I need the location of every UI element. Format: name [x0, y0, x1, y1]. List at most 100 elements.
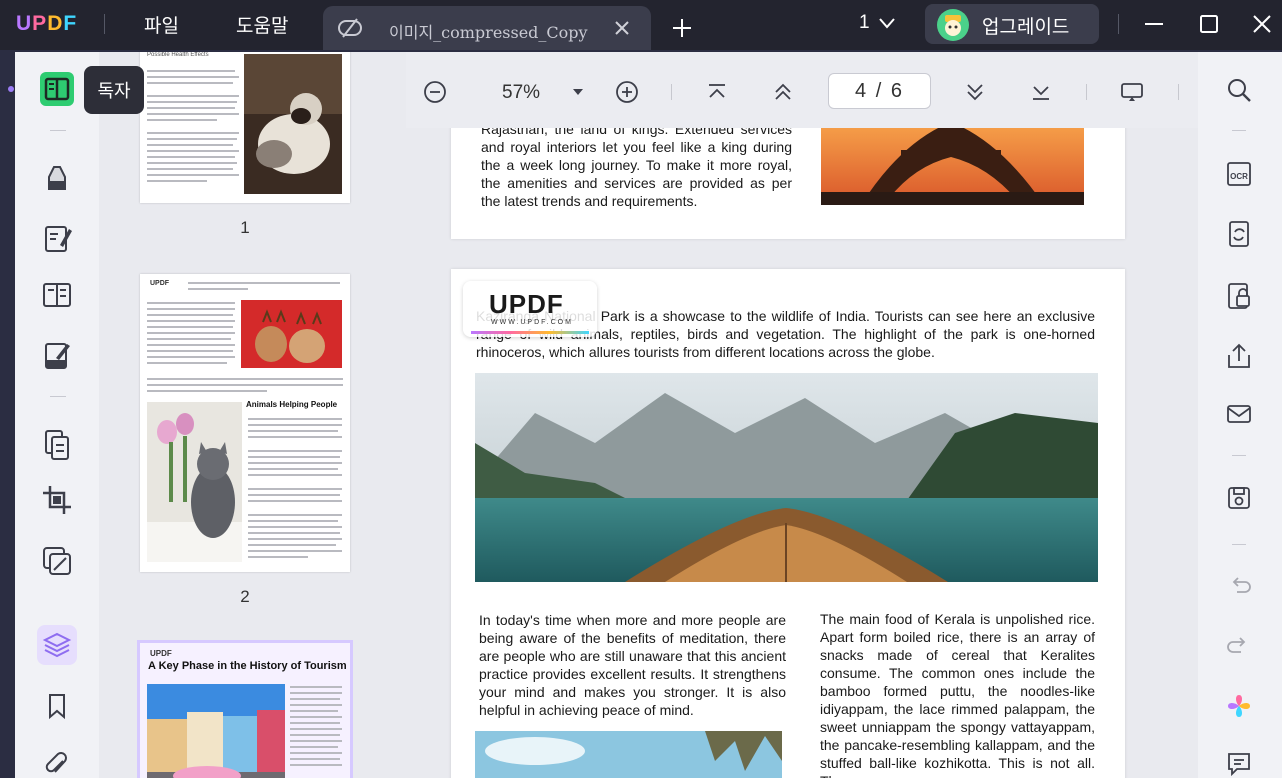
first-page-icon[interactable]: [705, 80, 729, 104]
toolbar-separator: [1232, 455, 1246, 456]
updf-watermark: UPDF WWW.UPDF.COM: [463, 281, 597, 337]
search-icon[interactable]: [1225, 76, 1253, 104]
maximize-icon[interactable]: [1197, 12, 1221, 36]
edit-button[interactable]: [37, 218, 77, 258]
ai-icon[interactable]: [1225, 692, 1253, 720]
page-left-paragraph: In today's time when more and more peopl…: [479, 612, 786, 718]
protect-icon: [43, 547, 71, 575]
title-separator: [1118, 14, 1119, 34]
redo-icon[interactable]: [1225, 632, 1253, 660]
zoom-level[interactable]: 57%: [502, 82, 540, 104]
document-tab[interactable]: 이미지_compressed_Copy: [323, 6, 651, 50]
convert-button[interactable]: [37, 424, 77, 464]
dog-cat-photo: [244, 54, 342, 194]
tab-title: 이미지_compressed_Copy: [389, 23, 588, 42]
menu-help[interactable]: 도움말: [236, 11, 288, 38]
attachment-button[interactable]: [37, 744, 77, 778]
toolbar-separator: [1086, 84, 1087, 100]
upgrade-button[interactable]: 업그레이드: [925, 4, 1099, 44]
convert-icon: [45, 430, 69, 460]
comment-button[interactable]: [37, 156, 77, 196]
right-toolbar: OCR: [1198, 52, 1282, 778]
toolbar-separator: [1232, 130, 1246, 131]
protect-button[interactable]: [37, 541, 77, 581]
crop-button[interactable]: [37, 480, 77, 520]
mascot-icon: [938, 10, 968, 40]
chevron-down-icon[interactable]: [878, 16, 896, 30]
convert-icon[interactable]: [1225, 220, 1253, 248]
upgrade-label: 업그레이드: [982, 16, 1070, 38]
layers-button[interactable]: [37, 625, 77, 665]
bookmark-button[interactable]: [37, 686, 77, 726]
email-icon[interactable]: [1225, 400, 1253, 428]
organize-button[interactable]: [37, 275, 77, 315]
comment-icon[interactable]: [1225, 750, 1253, 778]
previous-page-icon[interactable]: [771, 80, 795, 104]
close-window-icon[interactable]: [1250, 12, 1274, 36]
thumbnail-page-3[interactable]: UPDF A Key Phase in the History of Touri…: [137, 640, 353, 778]
app-logo[interactable]: UPDF: [16, 12, 77, 36]
zoom-out-icon[interactable]: [423, 80, 447, 104]
thumb-heading: A Key Phase in the History of Tourism: [148, 660, 347, 672]
toolbar-separator: [50, 396, 66, 397]
page-paragraph: Rajasthan, the land of kings. Extended s…: [481, 121, 792, 209]
toolbar-separator: [50, 130, 66, 131]
presentation-icon[interactable]: [1120, 80, 1144, 104]
watermark-url: WWW.UPDF.COM: [491, 319, 573, 326]
organize-icon: [43, 283, 71, 307]
title-bar: UPDF 파일 도움말 이미지_compressed_Copy 1 업그레이드: [0, 0, 1282, 50]
crop-icon: [43, 486, 71, 514]
eiffel-tower-photo: [821, 122, 1084, 205]
page-right-paragraph: The main food of Kerala is unpolished ri…: [820, 611, 1095, 778]
active-indicator: [8, 86, 14, 92]
bookmark-icon: [49, 694, 65, 720]
ocr-icon[interactable]: OCR: [1225, 160, 1253, 188]
document-page-4: Kaziranga National Park is a showcase to…: [451, 269, 1125, 778]
avatar: [937, 9, 969, 41]
window-count[interactable]: 1: [859, 12, 870, 34]
thumbnail-page-1[interactable]: Possible Health Effects: [140, 52, 350, 203]
share-icon[interactable]: [1225, 342, 1253, 370]
thumbnail-number: 2: [240, 587, 250, 606]
thumbnail-panel: Possible Health Effects 1 UPDF Animals H…: [99, 52, 406, 778]
page-number-input[interactable]: 4 / 6: [828, 73, 931, 109]
undo-icon[interactable]: [1225, 572, 1253, 600]
zoom-in-icon[interactable]: [615, 80, 639, 104]
toolbar-separator: [1178, 84, 1179, 100]
lake-boat-photo: [475, 373, 1098, 582]
protect-icon[interactable]: [1225, 282, 1253, 310]
toolbar-separator: [671, 84, 672, 100]
add-tab-icon[interactable]: [670, 16, 694, 40]
thumb-header: Possible Health Effects: [147, 52, 209, 58]
reader-tooltip: 독자: [84, 66, 144, 114]
reader-icon: [40, 72, 74, 106]
zoom-dropdown-icon[interactable]: [572, 88, 584, 96]
close-tab-icon[interactable]: [612, 18, 632, 38]
reader-button[interactable]: [37, 69, 77, 109]
svg-text:OCR: OCR: [1230, 172, 1248, 181]
dogs-christmas-photo: [241, 300, 342, 368]
next-page-icon[interactable]: [963, 80, 987, 104]
left-toolbar: [15, 52, 99, 778]
watermark-stripe: [471, 331, 589, 334]
layers-icon: [42, 632, 72, 658]
thumb-logo: UPDF: [150, 280, 170, 287]
save-icon[interactable]: [1225, 484, 1253, 512]
last-page-icon[interactable]: [1029, 80, 1053, 104]
beach-photo: [475, 731, 782, 778]
comment-icon: [48, 166, 66, 190]
thumb-logo: UPDF: [150, 649, 172, 658]
thumb-heading: Animals Helping People: [246, 400, 338, 409]
fill-sign-icon: [45, 343, 70, 369]
title-separator: [104, 14, 105, 34]
document-viewer[interactable]: Rajasthan, the land of kings. Extended s…: [406, 52, 1198, 778]
toolbar-separator: [1232, 544, 1246, 545]
viewer-toolbar: 57% 4 / 6: [406, 52, 1198, 128]
attachment-icon: [45, 752, 67, 773]
minimize-icon[interactable]: [1142, 12, 1166, 36]
edit-icon: [45, 226, 72, 252]
fill-sign-button[interactable]: [37, 335, 77, 375]
thumbnail-page-2[interactable]: UPDF Animals Helping People: [140, 274, 350, 572]
watermark-logo: UPDF: [489, 289, 564, 319]
menu-file[interactable]: 파일: [144, 11, 179, 38]
